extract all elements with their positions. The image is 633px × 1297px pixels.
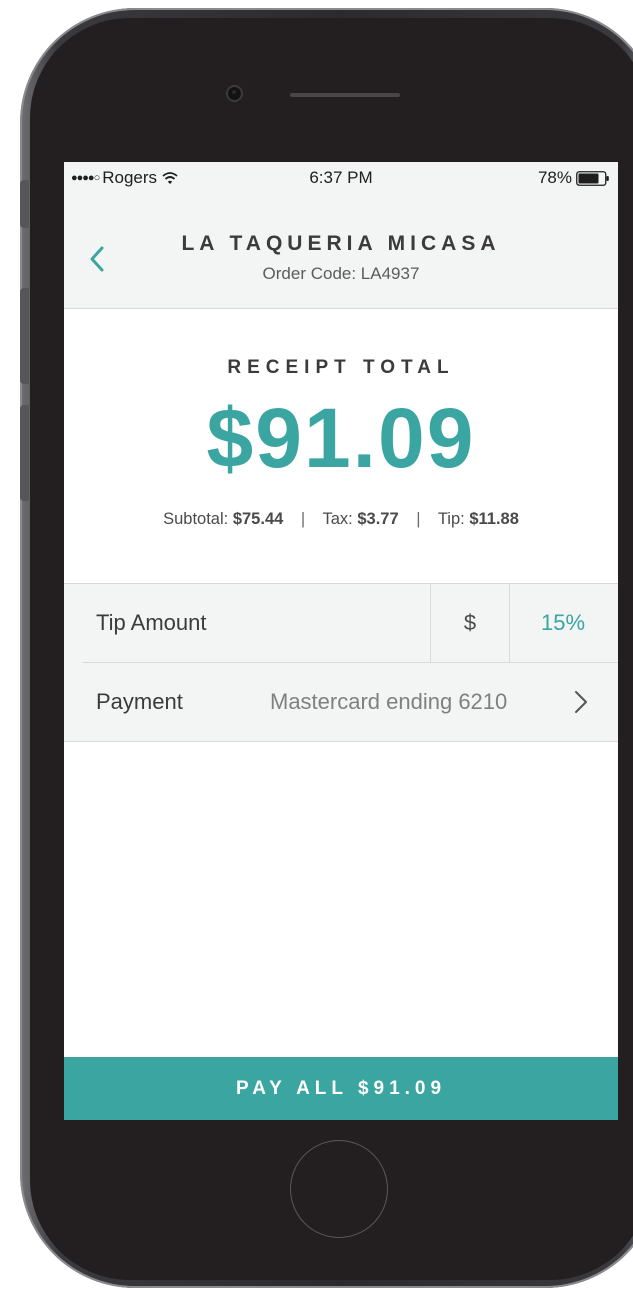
chevron-right-icon — [575, 691, 587, 713]
volume-down-button — [20, 405, 29, 501]
separator: | — [416, 510, 421, 528]
payment-method: Mastercard ending 6210 — [270, 689, 508, 714]
payment-label: Payment — [96, 689, 183, 714]
earpiece-speaker — [290, 93, 400, 97]
receipt-total-amount: $91.09 — [206, 391, 476, 485]
tip-amount-label: Tip Amount — [96, 610, 207, 635]
app-screen: ●●●●○ Rogers 6:37 PM 78% LA TAQUERIA MIC… — [64, 162, 618, 1120]
status-bar: ●●●●○ Rogers 6:37 PM 78% — [64, 162, 618, 194]
status-time: 6:37 PM — [309, 168, 373, 187]
receipt-total-label: RECEIPT TOTAL — [227, 357, 455, 378]
home-button[interactable] — [290, 1140, 388, 1238]
receipt-breakdown: Subtotal: $75.44 | Tax: $3.77 | Tip: $11… — [64, 510, 618, 529]
subtotal-value: $75.44 — [232, 510, 284, 528]
tip-breakdown-value: $11.88 — [469, 510, 519, 528]
volume-up-button — [20, 288, 29, 384]
status-right: 78% — [538, 168, 610, 188]
tip-dollar-option[interactable]: $ — [430, 584, 510, 662]
payment-row[interactable]: Payment Mastercard ending 6210 — [64, 663, 618, 742]
battery-icon — [576, 170, 609, 186]
pay-all-button[interactable]: PAY ALL $91.09 — [64, 1057, 618, 1120]
battery-percent: 78% — [537, 168, 572, 187]
front-camera — [226, 85, 243, 102]
tax-value: $3.77 — [357, 510, 399, 528]
order-code: Order Code: LA4937 — [262, 264, 420, 283]
tax-label: Tax: — [322, 510, 353, 528]
tip-breakdown-label: Tip: — [437, 510, 465, 528]
subtotal-label: Subtotal: — [163, 510, 229, 528]
mute-switch — [20, 180, 29, 228]
restaurant-name: LA TAQUERIA MICASA — [181, 232, 501, 255]
tip-percent-option[interactable]: 15% — [508, 584, 618, 662]
navigation-bar: LA TAQUERIA MICASA Order Code: LA4937 — [64, 194, 618, 309]
tip-amount-row: Tip Amount $ 15% — [64, 583, 618, 663]
separator: | — [300, 510, 306, 528]
